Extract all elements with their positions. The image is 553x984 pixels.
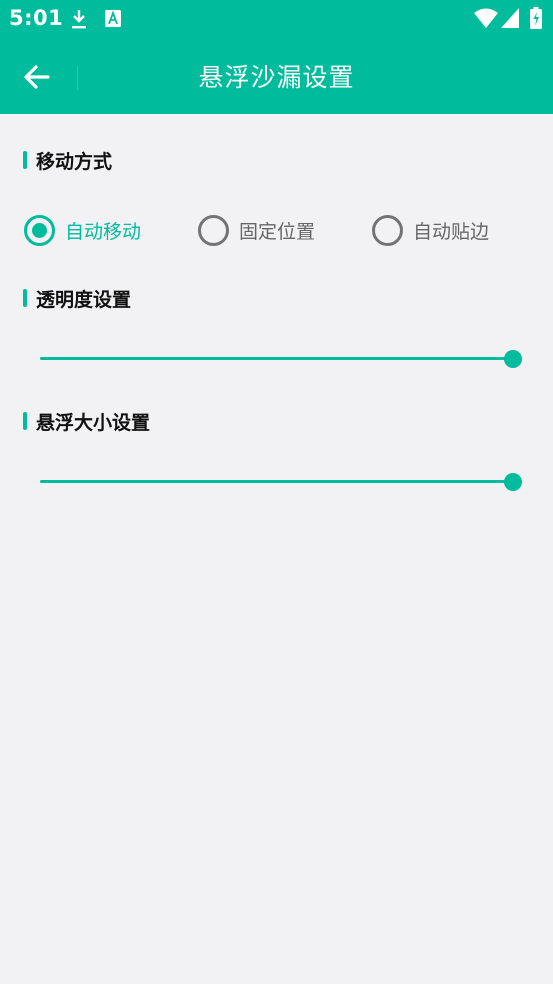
radio-label: 自动贴边 — [413, 220, 490, 243]
section-accent-bar — [23, 151, 27, 169]
slider-thumb[interactable] — [504, 350, 522, 368]
status-bar: 5:01 — [0, 0, 553, 38]
battery-icon — [530, 7, 542, 29]
radio-auto-edge[interactable]: 自动贴边 — [372, 212, 489, 248]
section-accent-bar — [23, 412, 27, 430]
section-size-title: 悬浮大小设置 — [36, 411, 151, 434]
opacity-slider[interactable] — [40, 347, 523, 371]
section-opacity-title: 透明度设置 — [36, 288, 132, 311]
slider-thumb[interactable] — [504, 473, 522, 491]
app-bar: 悬浮沙漏设置 — [0, 38, 553, 114]
status-time: 5:01 — [9, 6, 64, 30]
section-accent-bar — [23, 289, 27, 307]
appbar-divider — [77, 66, 78, 90]
signal-icon — [501, 8, 519, 28]
wifi-icon — [474, 8, 498, 28]
radio-button-icon — [24, 214, 55, 246]
back-button[interactable] — [18, 58, 56, 96]
radio-button-icon — [372, 214, 403, 246]
section-opacity: 透明度设置 — [23, 286, 132, 311]
radio-label: 自动移动 — [65, 220, 142, 243]
arrow-left-icon — [24, 65, 50, 89]
section-move-mode: 移动方式 — [23, 148, 113, 173]
radio-label: 固定位置 — [239, 220, 316, 243]
slider-track — [40, 357, 513, 360]
download-icon — [72, 10, 86, 29]
radio-fixed-position[interactable]: 固定位置 — [198, 212, 315, 248]
radio-auto-move[interactable]: 自动移动 — [24, 212, 141, 248]
slider-track — [40, 480, 513, 483]
page-title: 悬浮沙漏设置 — [198, 63, 355, 92]
font-a-icon — [105, 10, 121, 27]
size-slider[interactable] — [40, 470, 523, 494]
move-mode-radio-group: 自动移动 固定位置 自动贴边 — [24, 212, 544, 248]
radio-button-icon — [198, 214, 229, 246]
section-move-mode-title: 移动方式 — [36, 150, 113, 173]
section-size: 悬浮大小设置 — [23, 409, 151, 434]
